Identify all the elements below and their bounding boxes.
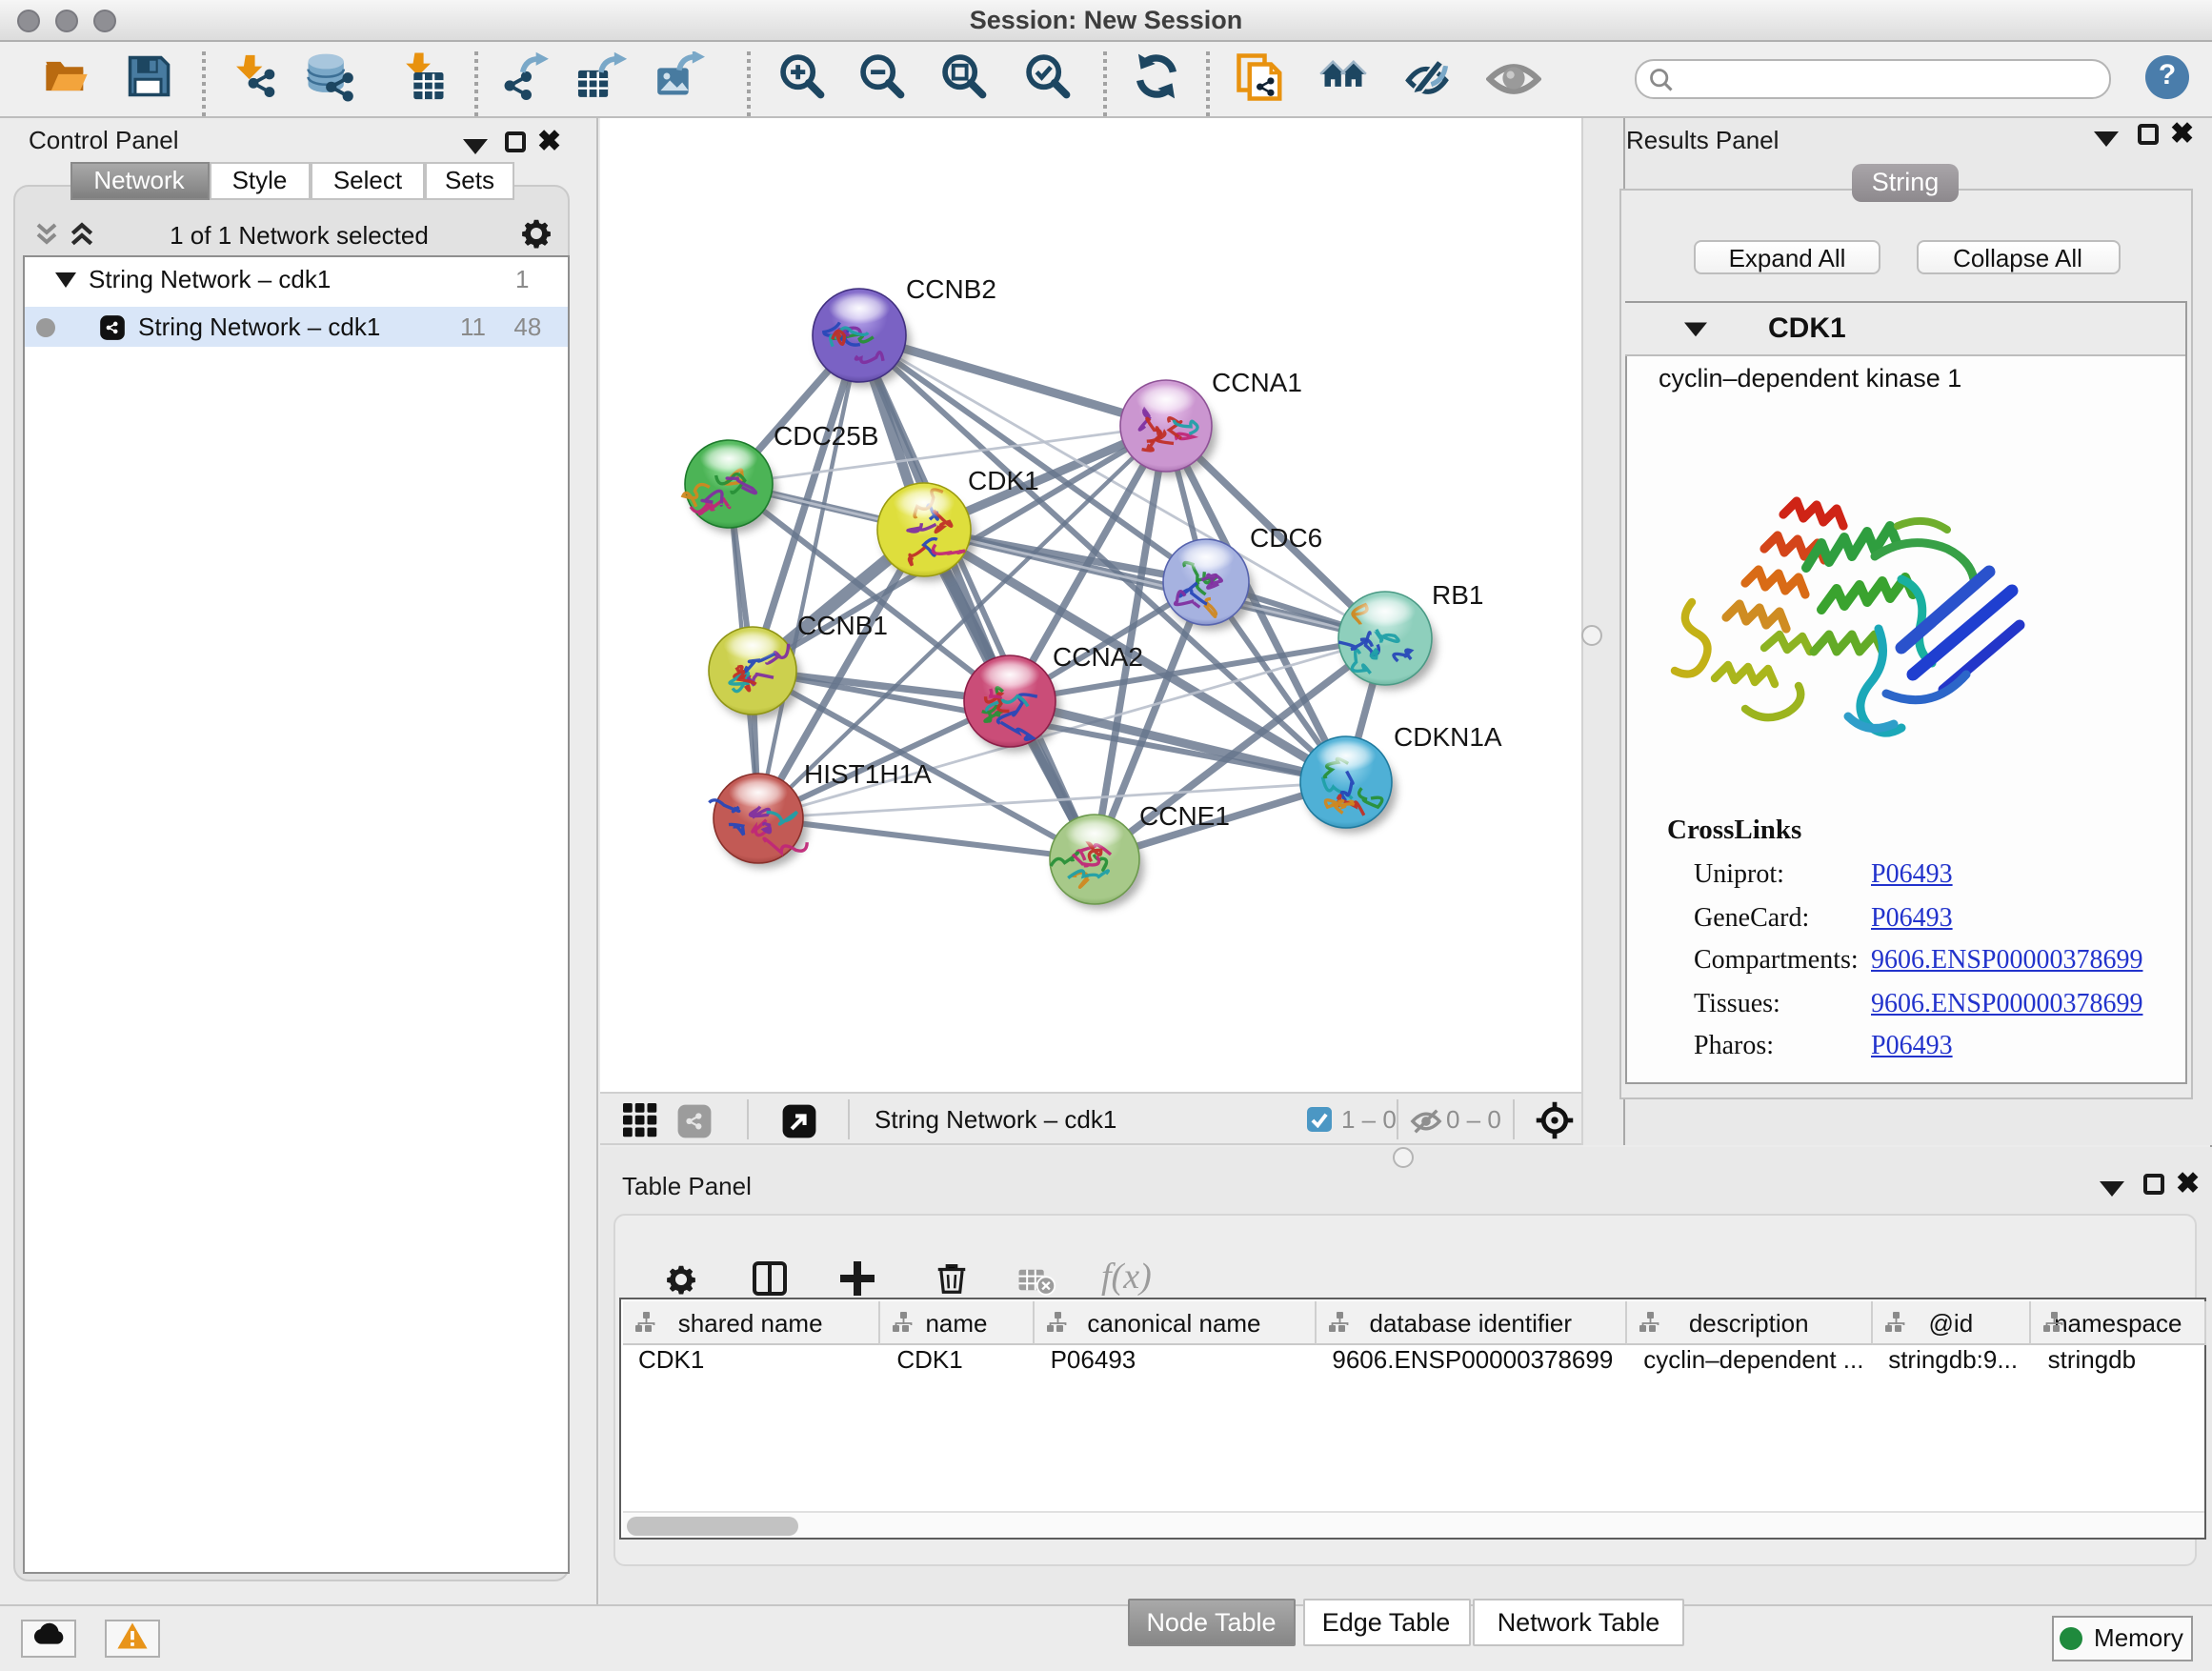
svg-text:CCNE1: CCNE1 xyxy=(1139,801,1230,831)
svg-text:CDK1: CDK1 xyxy=(968,466,1039,495)
svg-text:CDKN1A: CDKN1A xyxy=(1394,722,1502,752)
svg-text:CCNB1: CCNB1 xyxy=(797,611,888,640)
svg-text:CDC6: CDC6 xyxy=(1250,523,1322,553)
svg-text:CCNA2: CCNA2 xyxy=(1053,642,1143,672)
svg-text:CDC25B: CDC25B xyxy=(774,421,878,451)
svg-text:CCNA1: CCNA1 xyxy=(1212,368,1302,397)
svg-text:CCNB2: CCNB2 xyxy=(906,274,996,304)
svg-text:HIST1H1A: HIST1H1A xyxy=(804,759,932,789)
svg-text:RB1: RB1 xyxy=(1432,580,1483,610)
